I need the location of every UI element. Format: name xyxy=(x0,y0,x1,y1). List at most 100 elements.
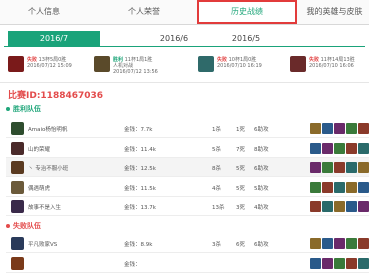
item-icon xyxy=(346,238,357,249)
item-icon xyxy=(346,142,357,154)
item-icon xyxy=(346,162,357,173)
recent-game-card[interactable]: 失败 13杯5局0胜 2016/07/12 15:09 xyxy=(8,55,88,81)
game-time: 2016/07/10 16:06 xyxy=(309,63,354,69)
winning-team-label: 胜利队伍 xyxy=(13,105,41,113)
player-deaths: 5死 xyxy=(236,166,245,172)
item-icon xyxy=(310,201,321,212)
player-row[interactable]: 偶遇萌虎 金钱：11.5k 4杀 5死 5助攻 xyxy=(6,178,369,197)
item-icon xyxy=(358,238,369,249)
player-assists: 6助攻 xyxy=(254,166,269,172)
player-name: 故事不是入生 xyxy=(28,205,62,211)
item-icon xyxy=(322,162,333,173)
game-time: 2016/07/12 15:09 xyxy=(27,63,72,69)
item-icon xyxy=(346,123,357,134)
profile-tabs: 个人信息 个人荣誉 历史战绩 我的英雄与皮肤 xyxy=(0,0,369,25)
player-kills: 13杀 xyxy=(212,205,225,211)
item-icon xyxy=(322,123,333,134)
recent-game-card[interactable]: 失败 11杯14局13胜 2016/07/10 16:06 xyxy=(290,55,369,81)
player-kills: 8杀 xyxy=(212,166,221,172)
winning-team-title: 胜利队伍 xyxy=(6,104,41,114)
item-icon xyxy=(310,123,321,134)
hero-avatar xyxy=(11,180,24,194)
item-slots xyxy=(310,181,369,193)
item-icon xyxy=(358,162,369,173)
losing-team-title: 失败队伍 xyxy=(6,221,41,231)
recent-game-card[interactable]: 胜利 11杯1局1胜 人机对战 2016/07/12 13:56 xyxy=(94,55,174,81)
item-slots xyxy=(310,238,369,249)
player-name: 平凡败家VS xyxy=(28,242,58,248)
month-2016-5[interactable]: 2016/5 xyxy=(200,31,292,47)
month-2016-7[interactable]: 2016/7 xyxy=(8,31,100,47)
player-gold: 金钱：13.7k xyxy=(124,205,156,211)
tab-heroes-skins[interactable]: 我的英雄与皮肤 xyxy=(300,0,369,24)
player-gold: 金钱：7.7k xyxy=(124,127,153,133)
player-deaths: 5死 xyxy=(236,185,245,192)
item-slots xyxy=(310,142,369,154)
item-icon xyxy=(334,201,345,212)
item-slots xyxy=(310,201,369,212)
item-icon xyxy=(334,162,345,173)
player-assists: 8助攻 xyxy=(254,146,269,153)
player-assists: 6助攻 xyxy=(254,242,269,248)
player-gold: 金钱：8.9k xyxy=(124,242,153,248)
tab-match-history[interactable]: 历史战绩 xyxy=(197,0,297,24)
player-kills: 5杀 xyxy=(212,146,221,153)
item-slots xyxy=(310,123,369,134)
recent-game-card[interactable]: 失败 10杯1局0胜 2016/07/10 16:19 xyxy=(198,55,278,81)
hero-avatar xyxy=(11,200,24,213)
item-icon xyxy=(322,142,333,154)
item-icon xyxy=(310,162,321,173)
hero-icon xyxy=(8,56,24,72)
item-icon xyxy=(310,142,321,154)
hero-avatar xyxy=(11,141,24,155)
item-icon xyxy=(358,142,369,154)
player-row[interactable]: Amaio杨怡明帆 金钱：7.7k 1杀 1死 6助攻 xyxy=(6,119,369,138)
player-deaths: 3死 xyxy=(236,205,245,211)
player-row[interactable]: 丶 专治不服小班 金钱：12.5k 8杀 5死 6助攻 xyxy=(6,158,369,177)
player-assists: 4助攻 xyxy=(254,205,269,211)
match-id: 比赛ID:1188467036 xyxy=(8,91,104,101)
player-row[interactable]: 故事不是入生 金钱：13.7k 13杀 3死 4助攻 xyxy=(6,197,369,216)
player-gold: 金钱： xyxy=(124,261,141,268)
hero-icon xyxy=(94,56,110,72)
item-icon xyxy=(322,181,333,193)
player-name: 偶遇萌虎 xyxy=(28,185,51,192)
item-icon xyxy=(334,123,345,134)
month-selector: 2016/7 2016/6 2016/5 xyxy=(0,31,369,47)
player-name: 丶 专治不服小班 xyxy=(28,166,69,172)
game-time: 2016/07/10 16:19 xyxy=(217,63,262,69)
item-icon xyxy=(322,201,333,212)
item-icon xyxy=(358,181,369,193)
item-icon xyxy=(346,201,357,212)
player-deaths: 7死 xyxy=(236,146,245,153)
hero-icon xyxy=(290,56,306,72)
tab-personal-info[interactable]: 个人信息 xyxy=(0,0,88,24)
item-icon xyxy=(358,201,369,212)
item-icon xyxy=(322,238,333,249)
item-icon xyxy=(346,181,357,193)
recent-game-text: 失败 13杯5局0胜 2016/07/12 15:09 xyxy=(27,57,72,69)
item-icon xyxy=(334,181,345,193)
player-row[interactable]: 平凡败家VS 金钱：8.9k 3杀 6死 6助攻 xyxy=(6,234,369,253)
tab-honors[interactable]: 个人荣誉 xyxy=(96,0,192,24)
item-icon xyxy=(334,238,345,249)
item-icon xyxy=(334,142,345,154)
item-slots xyxy=(310,162,369,173)
player-gold: 金钱：11.4k xyxy=(124,146,156,153)
winning-dot-icon xyxy=(6,107,10,111)
player-gold: 金钱：11.5k xyxy=(124,185,156,192)
item-icon xyxy=(358,123,369,134)
player-assists: 5助攻 xyxy=(254,185,269,192)
player-kills: 4杀 xyxy=(212,185,221,192)
hero-avatar xyxy=(11,161,24,174)
item-icon xyxy=(310,238,321,249)
player-assists: 6助攻 xyxy=(254,127,269,133)
game-time: 2016/07/12 13:56 xyxy=(113,69,158,75)
hero-avatar xyxy=(11,122,24,135)
player-row[interactable]: 金钱： xyxy=(6,254,369,273)
item-icon xyxy=(310,181,321,193)
recent-games-strip: 失败 13杯5局0胜 2016/07/12 15:09 胜利 11杯1局1胜 人机对战… xyxy=(0,53,369,83)
hero-avatar xyxy=(11,256,24,270)
recent-game-text: 失败 10杯1局0胜 2016/07/10 16:19 xyxy=(217,57,262,69)
player-row[interactable]: 山的荣耀 金钱：11.4k 5杀 7死 8助攻 xyxy=(6,139,369,158)
